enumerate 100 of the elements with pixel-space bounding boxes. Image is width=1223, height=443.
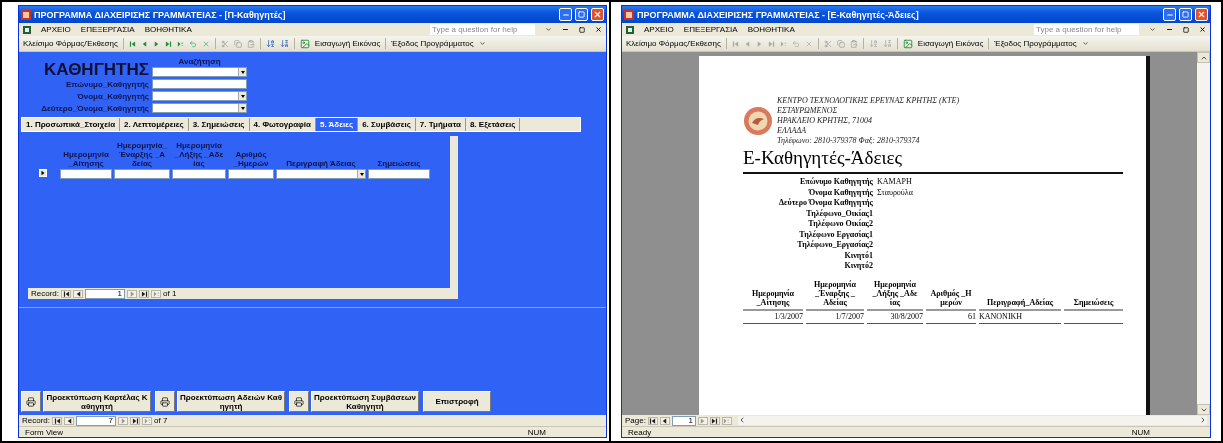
scroll-up-button[interactable] [1197, 52, 1210, 63]
help-field[interactable]: Type a question for help [1034, 24, 1139, 35]
close-button[interactable] [591, 8, 604, 21]
exit-button[interactable]: Έξοδος Προγράμματος [391, 39, 474, 48]
dropdown-button[interactable] [357, 170, 365, 178]
field-value: Σταυρούλα [877, 187, 914, 197]
scroll-right-icon[interactable] [1199, 416, 1207, 424]
field-label: Τηλέφωνο_Οικίας1 [805, 208, 873, 218]
text-field[interactable] [152, 79, 247, 89]
previous-icon [65, 416, 73, 425]
close-icon[interactable] [595, 26, 602, 33]
caret-icon [240, 70, 245, 74]
help-field[interactable]: Type a question for help [430, 24, 535, 35]
paste-icon[interactable] [849, 39, 858, 48]
close-icon[interactable] [1199, 26, 1206, 33]
menu-item[interactable]: ΒΟΗΘΗΤΙΚΑ [747, 25, 795, 34]
maximize-icon [578, 11, 585, 18]
dropdown-button[interactable] [238, 104, 246, 112]
preview-button[interactable]: Προεκτύπωση Καρτέλας Κ αθηγητή [43, 391, 151, 412]
sort-ascending-icon[interactable] [265, 39, 275, 48]
seal-logo [743, 106, 773, 136]
printer-icon [26, 396, 36, 407]
horizontal-scrollbar[interactable] [737, 416, 1207, 425]
document-icon [23, 25, 31, 34]
exit-button[interactable]: Έξοδος Προγράμματος [994, 39, 1077, 48]
print-button[interactable] [289, 391, 309, 412]
tab[interactable]: 5. Άδειες [315, 118, 359, 131]
previous-button[interactable] [64, 416, 74, 425]
cut-icon[interactable] [220, 39, 229, 48]
text-field[interactable] [172, 169, 226, 179]
record-number-field[interactable]: 7 [76, 415, 116, 426]
dropdown-button[interactable] [238, 68, 246, 76]
address-line: ΗΡΑΚΛΕΙΟ ΚΡΗΤΗΣ, 71004 [777, 116, 873, 126]
text-field[interactable] [228, 169, 274, 179]
preview-button[interactable]: Προεκτύπωση Αδειών Καθ ηγητή [177, 391, 285, 412]
record-selector[interactable] [39, 169, 47, 177]
num-lock-indicator: NUM [1131, 427, 1150, 437]
insert-image-button[interactable]: Εισαγωγή Εικόνας [917, 39, 984, 48]
caret-icon [359, 172, 364, 176]
first-record-button[interactable] [647, 416, 658, 425]
column-header: Ημερομηνία _Έναρξης _ Αδείας [806, 280, 864, 311]
text-field[interactable] [368, 169, 430, 179]
maximize-button[interactable] [1179, 8, 1192, 21]
menu-item[interactable]: ΕΠΕΞΕΡΓΑΣΙΑ [80, 25, 135, 34]
toolbar-options-icon[interactable] [478, 40, 486, 47]
record-count: of 1 [163, 289, 177, 298]
next-icon [119, 416, 127, 425]
record-number-field[interactable]: 1 [85, 288, 125, 299]
paste-icon[interactable] [246, 39, 255, 48]
text-field[interactable] [114, 169, 170, 179]
field-label: Τηλέφωνο_Εργασίας2 [796, 240, 873, 249]
return-button[interactable]: Επιστροφή [423, 391, 491, 412]
new-record-icon [143, 416, 151, 425]
last-record-button[interactable] [139, 289, 149, 298]
report-title: Ε-Καθηγητές-Άδειες [743, 147, 903, 169]
document-icon [626, 25, 634, 34]
close-form-button[interactable]: Κλείσιμο Φόρμας/Έκθεσης [626, 39, 721, 48]
image-icon[interactable] [299, 38, 310, 49]
first-record-icon [62, 289, 70, 298]
printer-icon [294, 396, 304, 407]
dropdown-button[interactable] [238, 92, 246, 100]
previous-button[interactable] [659, 416, 670, 425]
preview-button[interactable]: Προεκτύπωση Συμβάσεων Καθηγητή [311, 391, 419, 412]
image-icon[interactable] [902, 38, 913, 49]
minimize-button[interactable] [559, 8, 572, 21]
menu-item[interactable]: ΕΠΕΞΕΡΓΑΣΙΑ [683, 25, 738, 34]
previous-button[interactable] [73, 289, 83, 298]
sort-descending-icon[interactable] [279, 39, 289, 48]
maximize-button[interactable] [575, 8, 588, 21]
dropdown-icon[interactable] [1149, 26, 1156, 33]
first-record-button[interactable] [52, 416, 62, 425]
first-record-icon [649, 416, 657, 425]
cut-icon[interactable] [823, 39, 832, 48]
minimize-button[interactable] [1163, 8, 1176, 21]
last-record-button[interactable] [130, 416, 140, 425]
num-lock-indicator: NUM [527, 427, 546, 437]
first-record-button[interactable] [61, 289, 71, 298]
print-button[interactable] [155, 391, 175, 412]
restore-icon[interactable] [579, 26, 585, 33]
menu-item[interactable]: ΑΡΧΕΙΟ [644, 25, 674, 34]
scroll-down-button[interactable] [1197, 404, 1210, 415]
close-button[interactable] [1195, 8, 1208, 21]
menu-item[interactable]: ΑΡΧΕΙΟ [41, 25, 71, 34]
toolbar-options-icon[interactable] [1081, 40, 1089, 47]
restore-icon[interactable] [1183, 26, 1189, 33]
record-number-field[interactable]: 1 [671, 415, 696, 426]
menu-item[interactable]: ΒΟΗΘΗΤΙΚΑ [144, 25, 192, 34]
field-label: Επώνυμο Καθηγητής [799, 177, 873, 186]
print-button[interactable] [21, 391, 41, 412]
insert-image-button[interactable]: Εισαγωγή Εικόνας [314, 39, 381, 48]
dropdown-icon[interactable] [545, 26, 552, 33]
address-line: Τηλέφωνο: 2810-379378 Φαξ: 2810-379374 [777, 136, 921, 146]
field-label: Τηλέφωνο Οικίας2 [807, 219, 873, 228]
search-label: Αναζήτηση [178, 57, 221, 66]
column-header: Ημερομηνία_ Έναρξης _Α δείας [115, 141, 169, 168]
text-field[interactable] [60, 169, 112, 179]
close-form-button[interactable]: Κλείσιμο Φόρμας/Έκθεσης [23, 39, 118, 48]
column-header: Ημερομηνία _Αίτησης [62, 150, 110, 168]
last-record-button[interactable] [709, 416, 720, 425]
vertical-scrollbar[interactable] [1197, 52, 1210, 415]
